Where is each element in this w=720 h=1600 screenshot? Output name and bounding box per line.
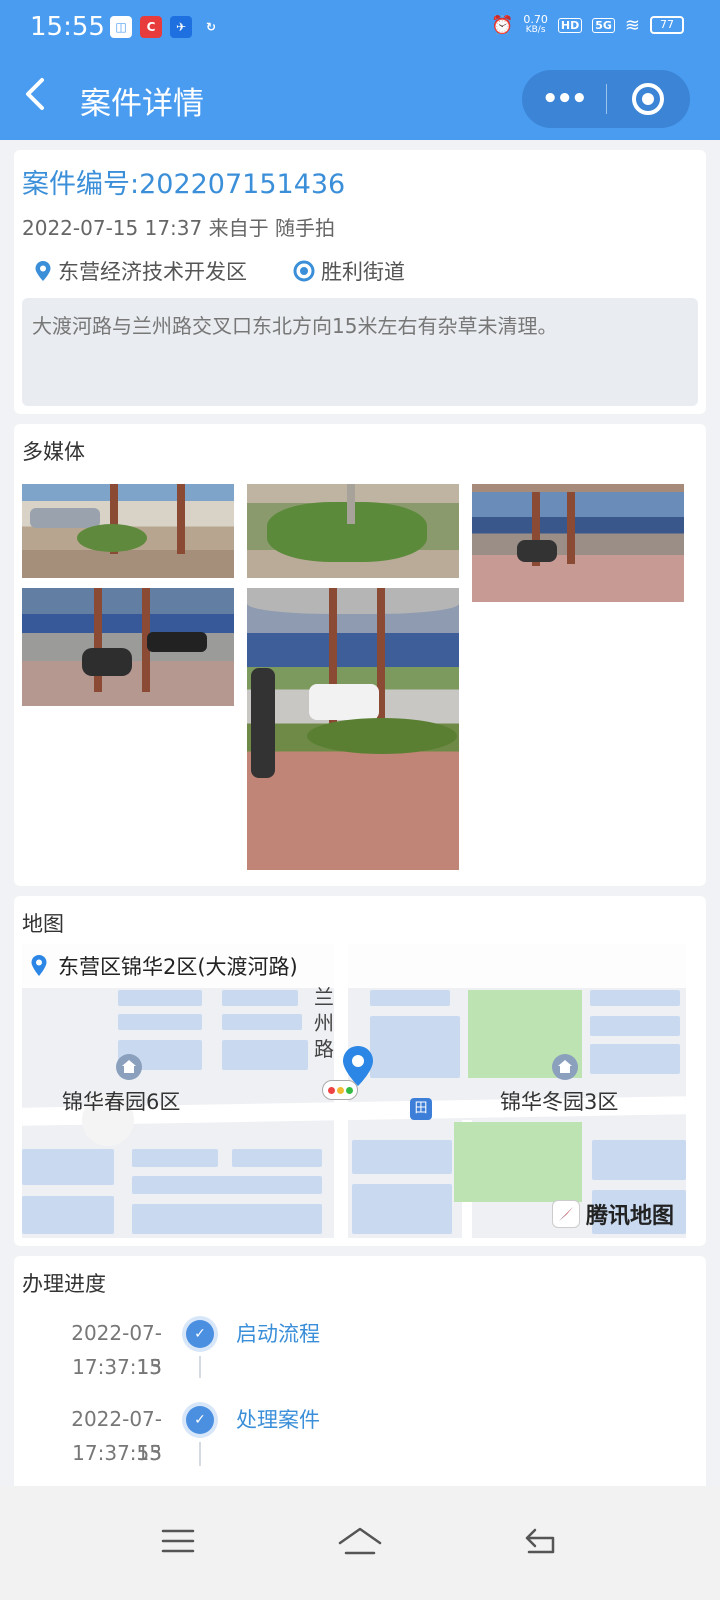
media-photo-5[interactable] — [247, 588, 459, 870]
map-card: 地图 东营区锦华2区(大渡河路) 兰州路 锦华春园6区 锦华冬园3区 田 腾讯地… — [14, 896, 706, 1246]
location-target-icon — [293, 260, 315, 282]
alarm-icon: ⏰ — [490, 14, 514, 36]
app-notification-icon: C — [140, 16, 162, 38]
case-meta: 2022-07-15 17:37 来自于 随手拍 — [22, 216, 335, 240]
road-label: 兰州路 — [314, 985, 334, 1061]
app-notification-icon: ◫ — [110, 16, 132, 38]
map-view[interactable]: 东营区锦华2区(大渡河路) 兰州路 锦华春园6区 锦华冬园3区 田 腾讯地图 — [22, 944, 686, 1238]
timeline-step: 2022-07-15 17:37:53 ✓ 处理案件 — [14, 1402, 706, 1482]
more-dots-icon[interactable]: ••• — [522, 84, 606, 114]
district-tag: 东营经济技术开发区 — [34, 256, 247, 286]
progress-title: 办理进度 — [22, 1272, 106, 1296]
signal-icon: 5G — [592, 17, 615, 33]
menu-icon[interactable] — [148, 1516, 208, 1566]
residential-icon — [116, 1054, 142, 1080]
back-icon[interactable] — [22, 74, 62, 118]
media-photo-3[interactable] — [472, 484, 684, 602]
app-notification-icon: ✈ — [170, 16, 192, 38]
place-label-right: 锦华冬园3区 — [500, 1090, 619, 1114]
timeline-line — [199, 1356, 201, 1378]
media-photo-2[interactable] — [247, 484, 459, 578]
miniprogram-capsule: ••• — [522, 70, 690, 128]
step-label: 处理案件 — [236, 1408, 320, 1432]
street-tag: 胜利街道 — [293, 256, 405, 286]
progress-card: 办理进度 2022-07-15 17:37:13 ✓ 启动流程 2022-07-… — [14, 1256, 706, 1496]
check-circle-icon: ✓ — [186, 1320, 214, 1348]
media-card: 多媒体 — [14, 424, 706, 886]
status-bar: 15:55 ◫ C ✈ ↻ ⏰ 0.70 KB/s HD 5G ≋ 77 — [0, 0, 720, 56]
back-arrow-icon[interactable] — [510, 1516, 570, 1566]
map-address: 东营区锦华2区(大渡河路) — [58, 955, 298, 979]
step-time: 17:37:13 — [72, 1355, 162, 1379]
network-speed: 0.70 KB/s — [523, 13, 548, 35]
map-address-bar: 东营区锦华2区(大渡河路) — [22, 944, 686, 988]
step-time: 17:37:53 — [72, 1441, 162, 1465]
media-photo-4[interactable] — [22, 588, 234, 706]
hd-icon: HD — [557, 17, 583, 33]
timeline-step: 2022-07-15 17:37:13 ✓ 启动流程 — [14, 1316, 706, 1396]
timeline-line — [199, 1442, 201, 1466]
compass-icon — [551, 1200, 580, 1228]
map-title: 地图 — [22, 912, 64, 936]
home-icon[interactable] — [330, 1516, 390, 1566]
case-number: 案件编号:202207151436 — [22, 169, 346, 200]
map-provider-logo: 腾讯地图 — [551, 1198, 674, 1230]
notification-icons: ◫ C ✈ ↻ — [110, 16, 222, 38]
location-row: 东营经济技术开发区 胜利街道 — [34, 256, 405, 286]
case-description: 大渡河路与兰州路交叉口东北方向15米左右有杂草未清理。 — [22, 298, 698, 406]
sync-icon: ↻ — [205, 20, 217, 34]
wifi-icon: ≋ — [624, 14, 640, 36]
status-time: 15:55 — [30, 12, 105, 42]
location-pin-icon — [31, 955, 47, 976]
page-title: 案件详情 — [80, 86, 204, 122]
check-circle-icon: ✓ — [186, 1406, 214, 1434]
bus-stop-icon: 田 — [410, 1098, 432, 1120]
status-indicators: ⏰ 0.70 KB/s HD 5G ≋ 77 — [491, 14, 684, 36]
residential-icon — [552, 1054, 578, 1080]
media-title: 多媒体 — [22, 440, 85, 464]
system-nav-bar — [0, 1486, 720, 1600]
target-circle-icon[interactable] — [607, 83, 691, 115]
case-info-card: 案件编号:202207151436 2022-07-15 17:37 来自于 随… — [14, 150, 706, 414]
street-label: 胜利街道 — [321, 260, 405, 284]
media-photo-1[interactable] — [22, 484, 234, 578]
nav-bar: 案件详情 ••• — [0, 56, 720, 140]
battery-icon: 77 — [650, 16, 684, 34]
traffic-light-icon — [322, 1080, 358, 1100]
place-label-left: 锦华春园6区 — [62, 1090, 181, 1114]
district-label: 东营经济技术开发区 — [58, 260, 247, 284]
step-label: 启动流程 — [236, 1322, 320, 1346]
location-pin-icon — [35, 261, 51, 281]
